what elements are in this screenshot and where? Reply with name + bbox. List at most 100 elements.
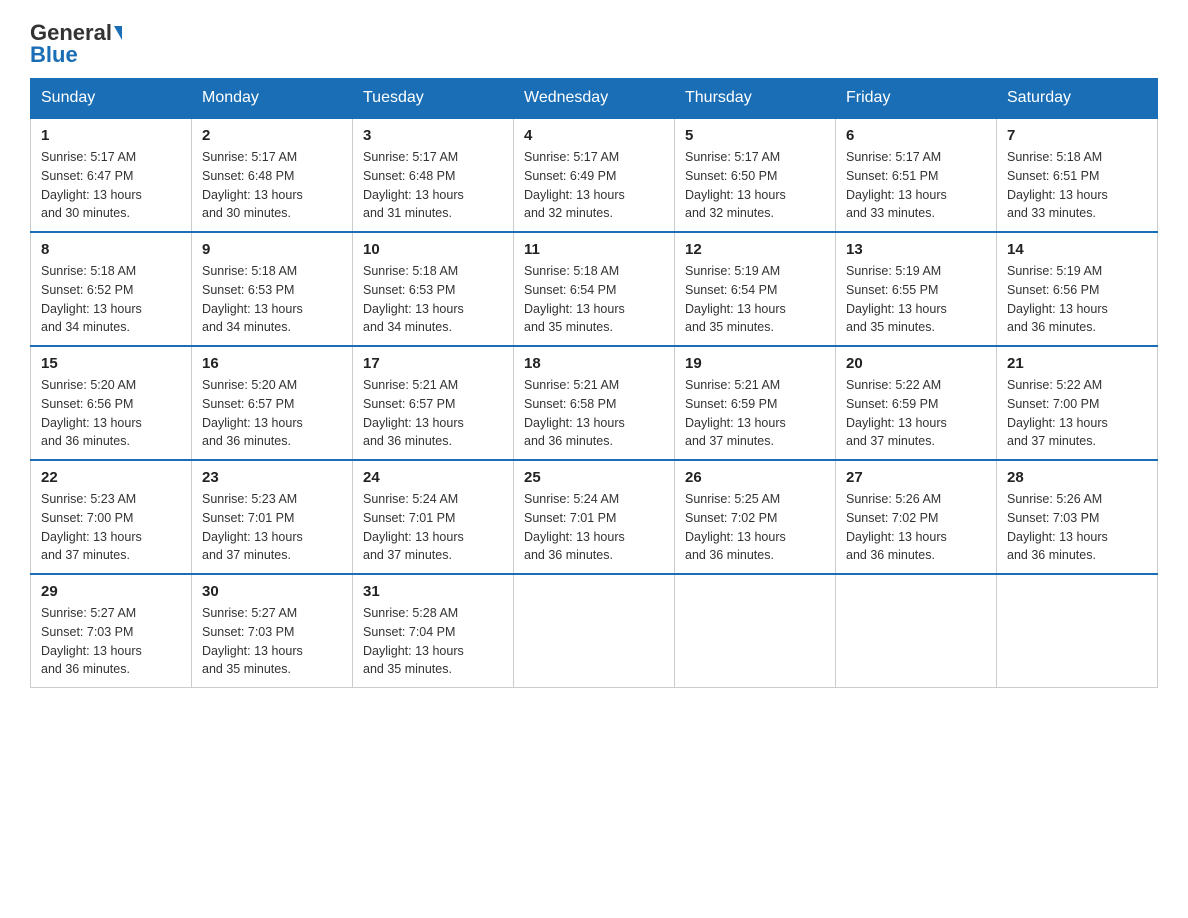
header-friday: Friday [836, 79, 997, 119]
calendar-week-2: 8 Sunrise: 5:18 AMSunset: 6:52 PMDayligh… [31, 232, 1158, 346]
day-number: 10 [363, 241, 503, 258]
calendar-cell: 2 Sunrise: 5:17 AMSunset: 6:48 PMDayligh… [192, 118, 353, 232]
calendar-header-row: SundayMondayTuesdayWednesdayThursdayFrid… [31, 79, 1158, 119]
day-info: Sunrise: 5:18 AMSunset: 6:53 PMDaylight:… [202, 264, 303, 334]
logo: General Blue [30, 20, 122, 68]
day-info: Sunrise: 5:17 AMSunset: 6:48 PMDaylight:… [202, 150, 303, 220]
day-info: Sunrise: 5:27 AMSunset: 7:03 PMDaylight:… [202, 606, 303, 676]
calendar-week-4: 22 Sunrise: 5:23 AMSunset: 7:00 PMDaylig… [31, 460, 1158, 574]
day-info: Sunrise: 5:25 AMSunset: 7:02 PMDaylight:… [685, 492, 786, 562]
day-number: 2 [202, 127, 342, 144]
day-number: 14 [1007, 241, 1147, 258]
day-number: 16 [202, 355, 342, 372]
day-info: Sunrise: 5:18 AMSunset: 6:53 PMDaylight:… [363, 264, 464, 334]
day-number: 11 [524, 241, 664, 258]
calendar-cell: 11 Sunrise: 5:18 AMSunset: 6:54 PMDaylig… [514, 232, 675, 346]
day-info: Sunrise: 5:20 AMSunset: 6:57 PMDaylight:… [202, 378, 303, 448]
day-number: 22 [41, 469, 181, 486]
day-number: 25 [524, 469, 664, 486]
day-info: Sunrise: 5:23 AMSunset: 7:00 PMDaylight:… [41, 492, 142, 562]
calendar-cell: 15 Sunrise: 5:20 AMSunset: 6:56 PMDaylig… [31, 346, 192, 460]
calendar-cell: 16 Sunrise: 5:20 AMSunset: 6:57 PMDaylig… [192, 346, 353, 460]
day-number: 3 [363, 127, 503, 144]
day-info: Sunrise: 5:19 AMSunset: 6:56 PMDaylight:… [1007, 264, 1108, 334]
calendar-cell: 31 Sunrise: 5:28 AMSunset: 7:04 PMDaylig… [353, 574, 514, 688]
calendar-cell: 22 Sunrise: 5:23 AMSunset: 7:00 PMDaylig… [31, 460, 192, 574]
calendar-cell: 1 Sunrise: 5:17 AMSunset: 6:47 PMDayligh… [31, 118, 192, 232]
day-info: Sunrise: 5:17 AMSunset: 6:47 PMDaylight:… [41, 150, 142, 220]
calendar-week-1: 1 Sunrise: 5:17 AMSunset: 6:47 PMDayligh… [31, 118, 1158, 232]
calendar-cell: 20 Sunrise: 5:22 AMSunset: 6:59 PMDaylig… [836, 346, 997, 460]
calendar-cell: 28 Sunrise: 5:26 AMSunset: 7:03 PMDaylig… [997, 460, 1158, 574]
calendar-cell: 25 Sunrise: 5:24 AMSunset: 7:01 PMDaylig… [514, 460, 675, 574]
day-number: 1 [41, 127, 181, 144]
day-number: 26 [685, 469, 825, 486]
header-sunday: Sunday [31, 79, 192, 119]
day-number: 18 [524, 355, 664, 372]
day-number: 6 [846, 127, 986, 144]
day-info: Sunrise: 5:28 AMSunset: 7:04 PMDaylight:… [363, 606, 464, 676]
day-number: 24 [363, 469, 503, 486]
day-info: Sunrise: 5:18 AMSunset: 6:52 PMDaylight:… [41, 264, 142, 334]
calendar-cell: 3 Sunrise: 5:17 AMSunset: 6:48 PMDayligh… [353, 118, 514, 232]
day-info: Sunrise: 5:19 AMSunset: 6:55 PMDaylight:… [846, 264, 947, 334]
day-info: Sunrise: 5:18 AMSunset: 6:51 PMDaylight:… [1007, 150, 1108, 220]
day-number: 17 [363, 355, 503, 372]
day-number: 29 [41, 583, 181, 600]
day-info: Sunrise: 5:22 AMSunset: 6:59 PMDaylight:… [846, 378, 947, 448]
page-header: General Blue [30, 20, 1158, 68]
day-number: 9 [202, 241, 342, 258]
header-monday: Monday [192, 79, 353, 119]
calendar-cell: 18 Sunrise: 5:21 AMSunset: 6:58 PMDaylig… [514, 346, 675, 460]
day-info: Sunrise: 5:26 AMSunset: 7:03 PMDaylight:… [1007, 492, 1108, 562]
calendar-table: SundayMondayTuesdayWednesdayThursdayFrid… [30, 78, 1158, 688]
calendar-cell: 14 Sunrise: 5:19 AMSunset: 6:56 PMDaylig… [997, 232, 1158, 346]
logo-triangle-icon [114, 26, 122, 40]
day-number: 30 [202, 583, 342, 600]
calendar-cell: 23 Sunrise: 5:23 AMSunset: 7:01 PMDaylig… [192, 460, 353, 574]
day-info: Sunrise: 5:17 AMSunset: 6:51 PMDaylight:… [846, 150, 947, 220]
calendar-cell: 21 Sunrise: 5:22 AMSunset: 7:00 PMDaylig… [997, 346, 1158, 460]
header-wednesday: Wednesday [514, 79, 675, 119]
day-number: 21 [1007, 355, 1147, 372]
header-saturday: Saturday [997, 79, 1158, 119]
day-info: Sunrise: 5:17 AMSunset: 6:50 PMDaylight:… [685, 150, 786, 220]
calendar-cell: 6 Sunrise: 5:17 AMSunset: 6:51 PMDayligh… [836, 118, 997, 232]
day-number: 31 [363, 583, 503, 600]
day-info: Sunrise: 5:24 AMSunset: 7:01 PMDaylight:… [363, 492, 464, 562]
day-info: Sunrise: 5:19 AMSunset: 6:54 PMDaylight:… [685, 264, 786, 334]
calendar-cell: 30 Sunrise: 5:27 AMSunset: 7:03 PMDaylig… [192, 574, 353, 688]
day-info: Sunrise: 5:21 AMSunset: 6:57 PMDaylight:… [363, 378, 464, 448]
day-number: 20 [846, 355, 986, 372]
calendar-cell [836, 574, 997, 688]
day-number: 28 [1007, 469, 1147, 486]
day-info: Sunrise: 5:21 AMSunset: 6:59 PMDaylight:… [685, 378, 786, 448]
day-info: Sunrise: 5:22 AMSunset: 7:00 PMDaylight:… [1007, 378, 1108, 448]
header-thursday: Thursday [675, 79, 836, 119]
calendar-cell: 26 Sunrise: 5:25 AMSunset: 7:02 PMDaylig… [675, 460, 836, 574]
calendar-cell: 10 Sunrise: 5:18 AMSunset: 6:53 PMDaylig… [353, 232, 514, 346]
calendar-cell: 7 Sunrise: 5:18 AMSunset: 6:51 PMDayligh… [997, 118, 1158, 232]
calendar-cell: 8 Sunrise: 5:18 AMSunset: 6:52 PMDayligh… [31, 232, 192, 346]
calendar-cell: 27 Sunrise: 5:26 AMSunset: 7:02 PMDaylig… [836, 460, 997, 574]
day-info: Sunrise: 5:24 AMSunset: 7:01 PMDaylight:… [524, 492, 625, 562]
day-number: 15 [41, 355, 181, 372]
day-number: 13 [846, 241, 986, 258]
calendar-cell: 12 Sunrise: 5:19 AMSunset: 6:54 PMDaylig… [675, 232, 836, 346]
day-number: 23 [202, 469, 342, 486]
calendar-cell: 13 Sunrise: 5:19 AMSunset: 6:55 PMDaylig… [836, 232, 997, 346]
calendar-cell: 24 Sunrise: 5:24 AMSunset: 7:01 PMDaylig… [353, 460, 514, 574]
calendar-cell: 29 Sunrise: 5:27 AMSunset: 7:03 PMDaylig… [31, 574, 192, 688]
day-info: Sunrise: 5:23 AMSunset: 7:01 PMDaylight:… [202, 492, 303, 562]
header-tuesday: Tuesday [353, 79, 514, 119]
day-info: Sunrise: 5:21 AMSunset: 6:58 PMDaylight:… [524, 378, 625, 448]
calendar-week-5: 29 Sunrise: 5:27 AMSunset: 7:03 PMDaylig… [31, 574, 1158, 688]
calendar-cell [514, 574, 675, 688]
day-number: 12 [685, 241, 825, 258]
day-number: 8 [41, 241, 181, 258]
calendar-cell: 9 Sunrise: 5:18 AMSunset: 6:53 PMDayligh… [192, 232, 353, 346]
day-number: 4 [524, 127, 664, 144]
day-number: 5 [685, 127, 825, 144]
day-info: Sunrise: 5:27 AMSunset: 7:03 PMDaylight:… [41, 606, 142, 676]
day-info: Sunrise: 5:17 AMSunset: 6:48 PMDaylight:… [363, 150, 464, 220]
